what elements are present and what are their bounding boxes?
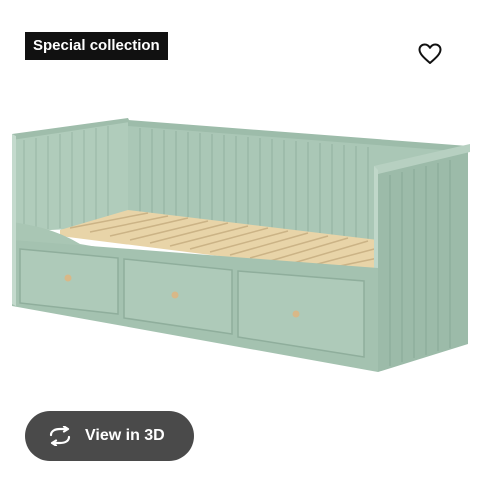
special-collection-badge: Special collection [25,32,168,60]
product-card: Special collection View in 3D [0,0,480,480]
heart-icon [418,43,442,70]
favorite-button[interactable] [414,40,446,72]
product-image [12,118,470,372]
view-in-3d-label: View in 3D [85,427,165,444]
rotate-arrows-icon [47,425,75,447]
view-in-3d-button[interactable]: View in 3D [25,411,194,461]
